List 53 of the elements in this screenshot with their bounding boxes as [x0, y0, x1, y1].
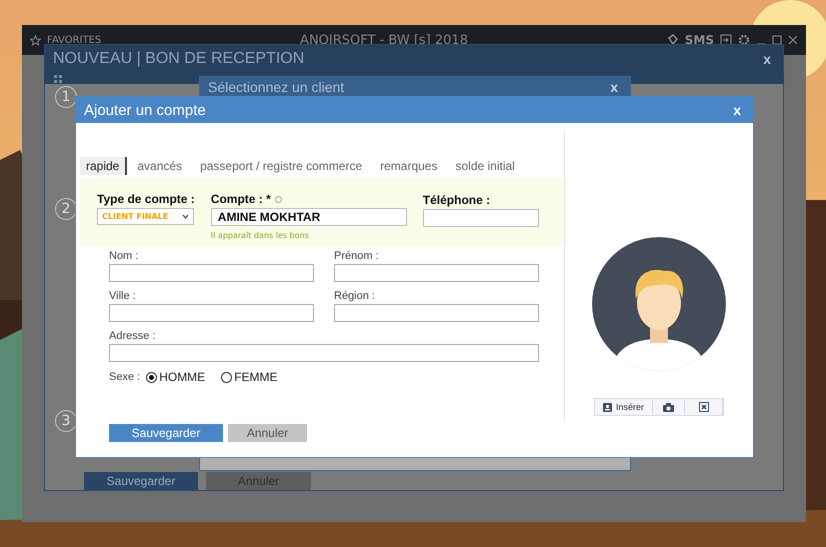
tab[interactable]: avancés [131, 157, 188, 175]
field-label: Téléphone : [422, 193, 492, 207]
text-input[interactable] [109, 264, 314, 282]
text-input[interactable] [334, 304, 539, 322]
save-button[interactable]: Sauvegarder [84, 472, 198, 490]
settings-icon[interactable] [738, 34, 750, 46]
field-label: Ville : [109, 290, 137, 302]
close-button[interactable]: x [759, 51, 775, 67]
field-label: Nom : [109, 250, 140, 262]
hint-text: Il apparaît dans les bons [210, 231, 310, 240]
text-input[interactable] [334, 264, 539, 282]
grid-icon[interactable] [54, 74, 62, 82]
tab[interactable]: remarques [374, 157, 444, 175]
dialog-title: Ajouter un compte [84, 102, 207, 118]
contact-icon [602, 402, 612, 412]
field-label: Région : [334, 290, 376, 302]
text-input[interactable] [109, 344, 539, 362]
radio-option[interactable]: HOMME [146, 370, 206, 384]
delete-button[interactable] [685, 399, 723, 415]
close-button[interactable]: x [606, 79, 622, 95]
cancel-button[interactable]: Annuler [228, 424, 307, 442]
tab[interactable]: rapide [80, 157, 128, 175]
radio-option[interactable]: FEMME [221, 370, 278, 384]
insert-button[interactable]: Insérer [595, 399, 653, 415]
sms-button[interactable]: SMS [684, 33, 714, 47]
dialog-title: NOUVEAU | BON DE RECEPTION [53, 50, 306, 68]
favorites-label[interactable]: FAVORITES [47, 34, 102, 46]
camera-button[interactable] [653, 399, 685, 415]
field-label: Prénom : [334, 250, 380, 262]
radio-button[interactable] [221, 372, 232, 382]
field-label: Type de compte : [97, 192, 195, 206]
account-input[interactable]: AMINE MOKHTAR [210, 208, 407, 226]
maximize-icon[interactable] [772, 35, 782, 45]
close-button[interactable]: x [729, 102, 745, 118]
step-number: 3 [55, 410, 77, 432]
tab[interactable]: passeport / registre commerce [194, 157, 368, 175]
field-label: Adresse : [109, 330, 156, 342]
step-number: 1 [55, 86, 77, 108]
radio-button[interactable] [146, 372, 158, 382]
dialog-title: Sélectionnez un client [208, 79, 346, 95]
text-input[interactable] [109, 304, 314, 322]
save-button[interactable]: Sauvegarder [109, 424, 223, 442]
star-icon[interactable] [30, 34, 41, 46]
tab[interactable]: solde initial [449, 157, 521, 175]
field-label: Sexe : [109, 371, 140, 383]
close-icon[interactable] [788, 35, 798, 45]
info-icon [274, 196, 282, 202]
step-number: 2 [55, 198, 77, 220]
caret-icon[interactable] [182, 214, 189, 219]
phone-input[interactable] [422, 209, 539, 227]
camera-icon [663, 402, 674, 412]
close-icon [698, 402, 708, 412]
field-label: Compte : * [210, 192, 271, 206]
